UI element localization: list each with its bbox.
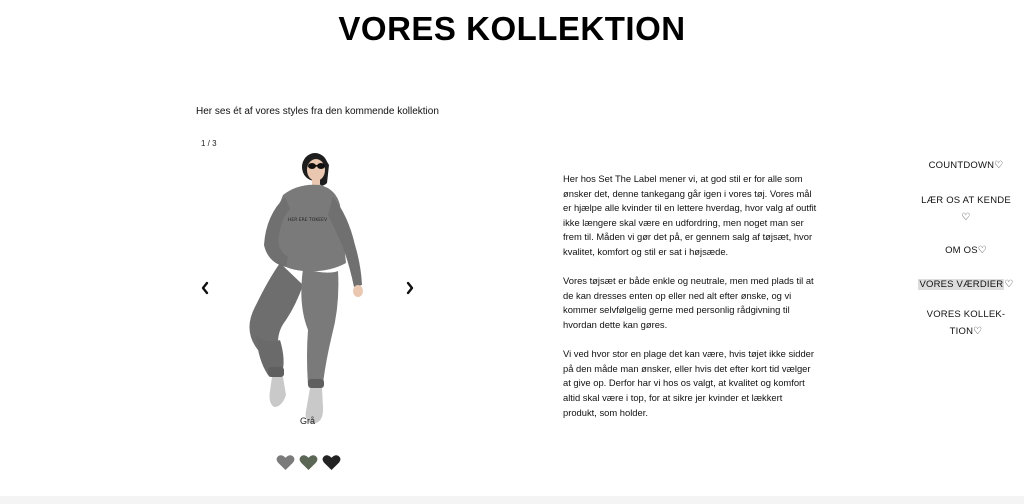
slide-counter: 1 / 3 [201, 139, 217, 148]
heart-icon [299, 455, 318, 471]
side-navigation: COUNTDOWN♡ LÆR OS AT KENDE ♡ OM OS♡ VORE… [918, 157, 1014, 340]
heart-icon: ♡ [977, 245, 987, 256]
nav-item-laer-os-at-kende[interactable]: LÆR OS AT KENDE ♡ [921, 192, 1011, 226]
paragraph: Vi ved hvor stor en plage det kan være, … [563, 348, 814, 418]
sweater-print: HER ERE TOKEEV [288, 217, 328, 223]
about-text: Her hos Set The Label mener vi, at god s… [563, 172, 818, 435]
product-image: HER ERE TOKEEV [228, 145, 378, 430]
nav-item-vores-vaerdier[interactable]: VORES VÆRDIER♡ [918, 276, 1013, 293]
color-swatches [276, 454, 341, 471]
paragraph: Her hos Set The Label mener vi, at god s… [563, 173, 817, 257]
heart-icon [322, 455, 341, 471]
chevron-right-icon [406, 281, 414, 295]
model-illustration: HER ERE TOKEEV [249, 153, 363, 424]
heart-icon: ♡ [1004, 279, 1014, 290]
heart-icon: ♡ [961, 212, 971, 223]
heart-icon: ♡ [973, 326, 983, 337]
heart-icon: ♡ [994, 160, 1004, 171]
nav-item-vores-kollektion[interactable]: VORES KOLLEK- TION♡ [927, 306, 1006, 340]
nav-item-om-os[interactable]: OM OS♡ [945, 242, 987, 259]
heart-icon [276, 455, 295, 471]
intro-text: Her ses ét af vores styles fra den komme… [196, 106, 439, 117]
swatch-olive[interactable] [299, 454, 318, 471]
swatch-grey[interactable] [276, 454, 295, 471]
page-footer-edge [0, 496, 1024, 504]
color-caption: Grå [300, 416, 316, 426]
chevron-left-icon [201, 281, 209, 295]
page-title: VORES KOLLEKTION [338, 10, 686, 47]
paragraph: Vores tøjsæt er både enkle og neutrale, … [563, 275, 814, 330]
nav-item-countdown[interactable]: COUNTDOWN♡ [929, 157, 1004, 174]
carousel-next-button[interactable] [405, 280, 415, 298]
swatch-black[interactable] [322, 454, 341, 471]
carousel-prev-button[interactable] [200, 280, 210, 298]
